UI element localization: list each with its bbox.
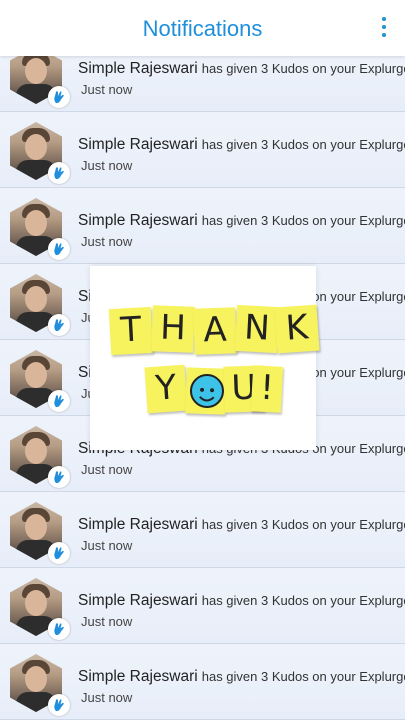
notification-item[interactable]: Simple Rajeswarihas given 3 Kudos on you… [0, 492, 405, 568]
thank-you-overlay[interactable]: T H A N K Y U! [90, 266, 320, 450]
sticky-note-letter: K [274, 304, 320, 354]
more-vertical-icon[interactable] [379, 17, 389, 39]
notification-message: has given 3 Kudos on your Explurge [201, 669, 405, 684]
sticky-note-smiley [185, 367, 227, 415]
sticky-note-letter: ! [250, 365, 284, 413]
notification-text: Simple Rajeswarihas given 3 Kudos on you… [78, 592, 405, 610]
user-name[interactable]: Simple Rajeswari [78, 212, 198, 229]
kudos-hand-icon [48, 162, 70, 184]
user-name[interactable]: Simple Rajeswari [78, 592, 198, 609]
avatar[interactable] [10, 350, 70, 412]
sticky-note-letter: H [151, 305, 195, 353]
timestamp: Just now [81, 538, 133, 553]
avatar[interactable] [10, 274, 70, 336]
avatar[interactable] [10, 654, 70, 716]
avatar[interactable] [10, 198, 70, 260]
notification-item[interactable]: Simple Rajeswarihas given 3 Kudos on you… [0, 644, 405, 720]
avatar[interactable] [10, 122, 70, 184]
page-title: Notifications [142, 16, 263, 41]
kudos-hand-icon [48, 466, 70, 488]
timestamp: Just now [81, 690, 133, 705]
notification-item[interactable]: Simple Rajeswarihas given 3 Kudos on you… [0, 568, 405, 644]
notification-message: has given 3 Kudos on your Explurge [201, 137, 405, 152]
sticky-note-letter: A [193, 307, 237, 355]
timestamp: Just now [81, 462, 133, 477]
notification-text: Simple Rajeswarihas given 3 Kudos on you… [78, 136, 405, 154]
kudos-hand-icon [48, 542, 70, 564]
notification-text: Simple Rajeswarihas given 3 Kudos on you… [78, 516, 405, 534]
user-name[interactable]: Simple Rajeswari [78, 668, 198, 685]
timestamp: Just now [81, 234, 133, 249]
kudos-hand-icon [48, 390, 70, 412]
app-header: Notifications [0, 0, 405, 56]
timestamp: Just now [81, 614, 133, 629]
kudos-hand-icon [48, 86, 70, 108]
notification-message: has given 3 Kudos on your Explurge [201, 517, 405, 532]
notification-item[interactable]: Simple Rajeswarihas given 3 Kudos on you… [0, 112, 405, 188]
kudos-hand-icon [48, 694, 70, 716]
avatar[interactable] [10, 578, 70, 640]
smiley-face-icon [189, 373, 225, 409]
user-name[interactable]: Simple Rajeswari [78, 516, 198, 533]
user-name[interactable]: Simple Rajeswari [78, 136, 198, 153]
sticky-note-letter: N [234, 304, 280, 354]
timestamp: Just now [81, 82, 133, 97]
notification-message: has given 3 Kudos on your Explurge [201, 213, 405, 228]
avatar[interactable] [10, 426, 70, 488]
notification-text: Simple Rajeswarihas given 3 Kudos on you… [78, 212, 405, 230]
notification-message: has given 3 Kudos on your Explurge [201, 593, 405, 608]
kudos-hand-icon [48, 238, 70, 260]
kudos-hand-icon [48, 314, 70, 336]
sticky-note-letter: T [108, 306, 154, 356]
user-name[interactable]: Simple Rajeswari [78, 60, 198, 77]
notification-item[interactable]: Simple Rajeswarihas given 3 Kudos on you… [0, 188, 405, 264]
avatar[interactable] [10, 502, 70, 564]
notification-message: has given 3 Kudos on your Explurge [201, 61, 405, 76]
kudos-hand-icon [48, 618, 70, 640]
notification-text: Simple Rajeswarihas given 3 Kudos on you… [78, 668, 405, 686]
notification-text: Simple Rajeswarihas given 3 Kudos on you… [78, 60, 405, 78]
sticky-note-letter: Y [144, 364, 188, 414]
timestamp: Just now [81, 158, 133, 173]
